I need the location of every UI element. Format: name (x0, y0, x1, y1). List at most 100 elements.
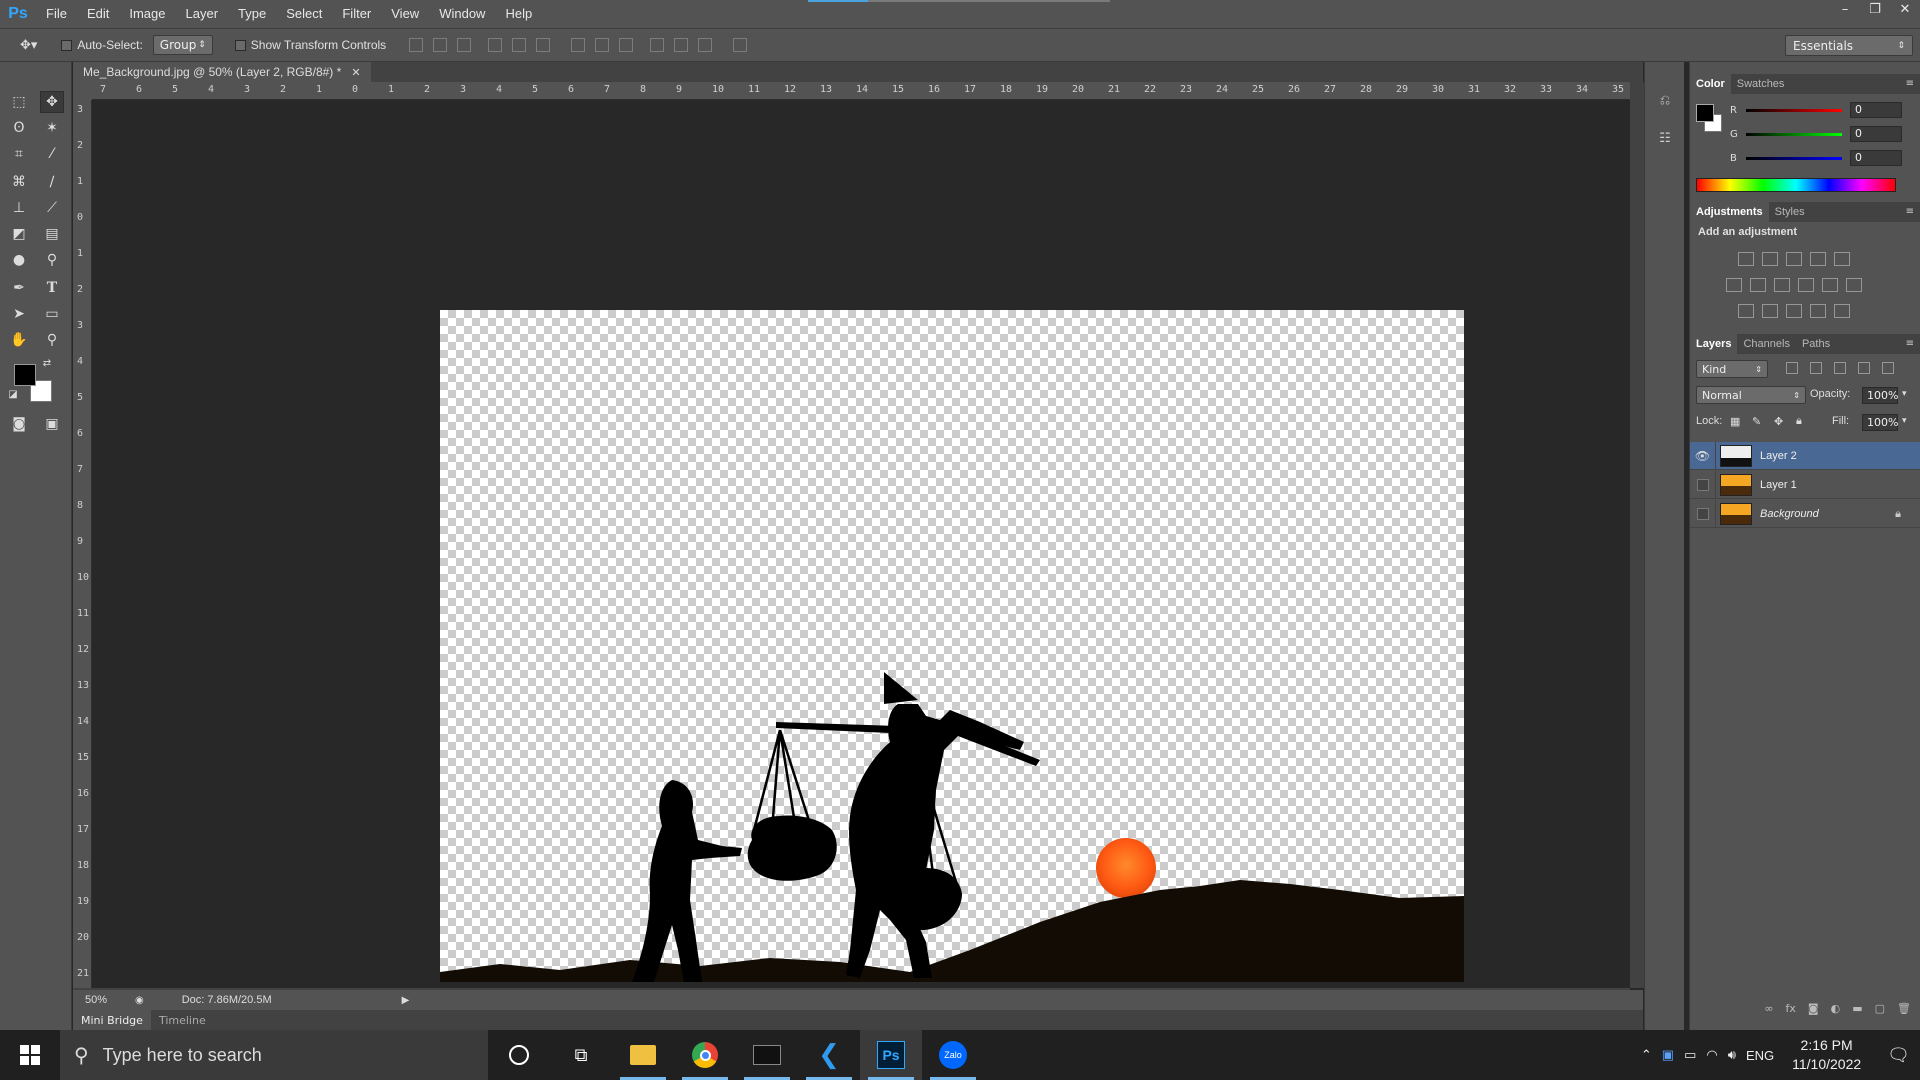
eyedropper-tool-icon[interactable]: ⁄ (40, 143, 64, 165)
move-tool-icon[interactable]: ✥ (40, 91, 64, 113)
pen-tool-icon[interactable]: ✒ (7, 277, 31, 299)
zoom-tool-icon[interactable]: ⚲ (40, 329, 64, 351)
magic-wand-tool-icon[interactable]: ✶ (40, 117, 64, 139)
history-icon[interactable]: ⎌ (1655, 90, 1675, 110)
foreground-color-swatch[interactable] (14, 364, 36, 386)
history-brush-tool-icon[interactable]: ⟋ (40, 197, 64, 219)
levels-icon[interactable] (1762, 252, 1778, 266)
task-view-icon[interactable]: ⧉ (550, 1030, 612, 1080)
move-tool-preset-icon[interactable]: ✥▾ (20, 38, 37, 53)
healing-brush-tool-icon[interactable]: ⌘ (7, 171, 31, 193)
threshold-icon[interactable] (1786, 304, 1802, 318)
filter-adjustment-icon[interactable] (1810, 362, 1822, 374)
swap-colors-icon[interactable]: ⇄ (40, 356, 54, 370)
green-track[interactable] (1746, 132, 1842, 136)
link-layers-icon[interactable]: ∞ (1764, 1002, 1773, 1015)
align-hcenter-icon[interactable] (512, 38, 527, 52)
show-transform-checkbox[interactable] (234, 39, 246, 51)
canvas-area[interactable] (92, 100, 1630, 988)
color-spectrum[interactable] (1696, 178, 1896, 192)
gradient-map-icon[interactable] (1834, 304, 1850, 318)
volume-icon[interactable]: 🔊︎ (1728, 1047, 1736, 1063)
filter-type-icon[interactable] (1834, 362, 1846, 374)
layer-row-background[interactable]: Background 🔒︎ (1690, 499, 1920, 528)
tab-channels[interactable]: Channels (1737, 334, 1795, 354)
menu-filter[interactable]: Filter (332, 0, 381, 28)
black-white-icon[interactable] (1774, 278, 1790, 292)
fill-value[interactable]: 100% (1862, 414, 1898, 431)
distribute-top-icon[interactable] (571, 38, 586, 52)
type-tool-icon[interactable]: T (40, 277, 64, 299)
color-fg-swatch[interactable] (1696, 104, 1714, 122)
distribute-left-icon[interactable] (650, 38, 665, 52)
marquee-tool-icon[interactable]: ⬚ (7, 91, 31, 113)
cortana-icon[interactable] (488, 1030, 550, 1080)
distribute-hcenter-icon[interactable] (674, 38, 689, 52)
delete-layer-icon[interactable]: 🗑︎ (1897, 1002, 1911, 1015)
show-hidden-icons-icon[interactable]: ⌃ (1641, 1047, 1652, 1063)
rectangle-tool-icon[interactable]: ▭ (40, 303, 64, 325)
filter-shape-icon[interactable] (1858, 362, 1870, 374)
menu-select[interactable]: Select (276, 0, 332, 28)
lock-position-icon[interactable]: ✥ (1774, 415, 1783, 428)
menu-file[interactable]: File (36, 0, 77, 28)
show-transform-option[interactable]: Show Transform Controls (234, 38, 386, 52)
tab-swatches[interactable]: Swatches (1731, 74, 1791, 94)
menu-view[interactable]: View (381, 0, 429, 28)
brightness-icon[interactable] (1738, 252, 1754, 266)
distribute-right-icon[interactable] (698, 38, 713, 52)
visibility-toggle[interactable] (1690, 470, 1716, 499)
lasso-tool-icon[interactable]: ʘ (7, 117, 31, 139)
close-tab-icon[interactable]: ✕ (351, 66, 360, 79)
auto-select-checkbox[interactable] (61, 39, 73, 51)
tab-layers[interactable]: Layers (1690, 334, 1738, 354)
lock-transparent-icon[interactable]: ▦ (1730, 415, 1740, 428)
add-mask-icon[interactable]: ◙ (1808, 1002, 1819, 1015)
visibility-toggle[interactable] (1690, 499, 1716, 528)
document-canvas[interactable] (440, 310, 1464, 982)
eraser-tool-icon[interactable]: ◩ (7, 223, 31, 245)
blur-tool-icon[interactable]: ● (7, 249, 31, 271)
blue-value[interactable]: 0 (1850, 150, 1902, 166)
new-layer-icon[interactable]: ▢ (1875, 1002, 1885, 1015)
chrome-icon[interactable] (674, 1030, 736, 1080)
layer-style-icon[interactable]: fx (1786, 1002, 1796, 1015)
align-right-icon[interactable] (536, 38, 551, 52)
align-vcenter-icon[interactable] (433, 38, 448, 52)
menu-layer[interactable]: Layer (176, 0, 229, 28)
layer-row-layer-2[interactable]: 👁︎ Layer 2 (1690, 441, 1920, 470)
auto-select-dropdown[interactable]: Group ⇕ (152, 35, 213, 55)
notifications-icon[interactable]: 🗨︎ (1887, 1045, 1910, 1066)
terminal-icon[interactable] (736, 1030, 798, 1080)
screen-mode-icon[interactable]: ▣ (40, 413, 64, 435)
green-value[interactable]: 0 (1850, 126, 1902, 142)
hue-saturation-icon[interactable] (1726, 278, 1742, 292)
layer-kind-filter[interactable]: Kind ⇕ (1696, 360, 1768, 378)
layer-name[interactable]: Background (1760, 508, 1819, 520)
properties-icon[interactable]: ☷ (1655, 128, 1675, 148)
opacity-arrow-icon[interactable]: ▾ (1902, 388, 1907, 399)
start-button[interactable] (0, 1030, 60, 1080)
slider-red[interactable]: R 0 (1730, 102, 1910, 118)
curves-icon[interactable] (1786, 252, 1802, 266)
tab-paths[interactable]: Paths (1796, 334, 1836, 354)
photoshop-taskbar-icon[interactable]: Ps (860, 1030, 922, 1080)
taskbar-search-box[interactable]: ⚲ Type here to search (60, 1030, 488, 1080)
auto-align-icon[interactable] (733, 38, 748, 52)
panel-menu-icon[interactable]: ≡ (1906, 78, 1914, 89)
wifi-icon[interactable]: ◠ (1706, 1047, 1717, 1063)
close-button[interactable]: ✕ (1890, 0, 1920, 18)
distribute-bottom-icon[interactable] (619, 38, 634, 52)
adjustment-layer-icon[interactable]: ◐ (1831, 1002, 1841, 1015)
layer-row-layer-1[interactable]: Layer 1 (1690, 470, 1920, 499)
color-balance-icon[interactable] (1750, 278, 1766, 292)
restore-button[interactable]: ❐ (1860, 0, 1890, 18)
red-track[interactable] (1746, 108, 1842, 112)
opacity-value[interactable]: 100% (1862, 387, 1898, 404)
slider-green[interactable]: G 0 (1730, 126, 1910, 142)
zoom-level[interactable]: 50% (85, 994, 125, 1006)
fill-arrow-icon[interactable]: ▾ (1902, 415, 1907, 426)
panel-menu-icon[interactable]: ≡ (1906, 338, 1914, 349)
brush-tool-icon[interactable]: ∕ (40, 171, 64, 193)
exposure-icon[interactable] (1810, 252, 1826, 266)
